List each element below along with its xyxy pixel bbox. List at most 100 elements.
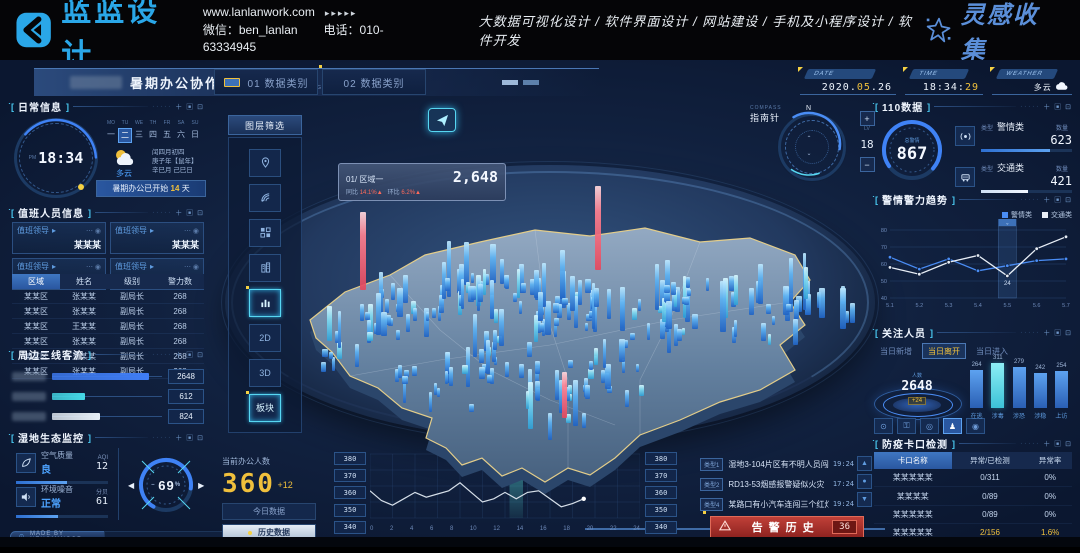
map-bar (734, 320, 737, 337)
alarm-icon (955, 126, 975, 146)
panel-header-controls[interactable]: ＋ ▣ ⊡ (175, 102, 204, 112)
map-bar (367, 332, 372, 340)
key-icon[interactable]: ⚿ (897, 418, 916, 434)
weekday-cell[interactable]: WE 三 (132, 120, 146, 143)
map-bar (527, 342, 531, 357)
weekday-cell[interactable]: SA 六 (174, 120, 188, 143)
sun-cloud-icon (112, 148, 136, 166)
collect-brand: 灵感收集 (925, 0, 1058, 65)
focus-tab[interactable]: 当日新增 (874, 343, 918, 359)
alert-history-button[interactable]: 告警历史 36 (710, 516, 864, 538)
map-bar (462, 365, 468, 374)
duty-table-row: 某某区张某某 副局长268 (12, 289, 204, 304)
map-bar (840, 288, 845, 329)
map-bar (582, 413, 586, 428)
map-bar (397, 288, 403, 317)
layer-button-bar-chart[interactable] (249, 289, 281, 317)
svg-text:⌄: ⌄ (1005, 221, 1009, 227)
map-bar (749, 288, 754, 315)
weekday-cell[interactable]: SU 日 (188, 120, 202, 143)
weekday-cell[interactable]: MO 一 (104, 120, 118, 143)
flow-value: 612 (168, 389, 204, 404)
map-bar (562, 298, 568, 306)
map-bar (499, 309, 504, 346)
map-bar (473, 314, 477, 357)
map-bar (639, 385, 644, 396)
checkpoint-table: 卡口名称异常/已检测异常率 某某某某某0/3110% 某某某某0/890% 某某… (874, 452, 1072, 547)
checkpoint-table-row: 某某某某某2/1561.6% (874, 524, 1072, 542)
layer-button-plate[interactable]: 板块 (249, 394, 281, 422)
panel-header-controls[interactable]: ＋ ▣ ⊡ (175, 350, 204, 360)
noise-bar (16, 515, 108, 518)
paper-plane-marker[interactable] (428, 108, 456, 132)
map-bar (761, 323, 765, 341)
eye-icon[interactable]: ◉ (966, 418, 985, 434)
layer-button-signal[interactable] (249, 184, 281, 212)
zoom-level-label: LV (864, 126, 870, 132)
paper-plane-icon (436, 114, 449, 127)
flow-bar (52, 393, 85, 400)
x-tick: 10 (470, 526, 477, 532)
map-tooltip: 01/ 区域一 2,648 同比 14.1%▲ 环比 6.2%▲ (338, 163, 506, 201)
map-bar (589, 361, 593, 370)
map-bar (794, 300, 799, 318)
map-bar (321, 362, 327, 372)
checkpoint-table-row: 某某某某某0/3110% (874, 469, 1072, 487)
map-bar (682, 328, 685, 335)
person-icon[interactable]: ♟ (943, 418, 962, 434)
layer-button-2d[interactable]: 2D (249, 324, 281, 352)
weekday-cell[interactable]: TU 二 (118, 120, 132, 143)
panel-header-controls[interactable]: ＋ ▣ ⊡ (175, 433, 204, 443)
office-xaxis: 024681012141618202224 (370, 526, 640, 532)
map-bar (768, 334, 771, 345)
zoom-out-button[interactable]: − (860, 157, 875, 172)
panel-header-controls[interactable]: ＋ ▣ ⊡ (1043, 439, 1072, 449)
tab-data-category-2[interactable]: 02 数据类别 (322, 69, 426, 95)
map-bar (562, 372, 567, 418)
layer-button-grid[interactable] (249, 219, 281, 247)
office-data-button[interactable]: 历史数据 (222, 524, 316, 541)
panel-header-controls[interactable]: ＋ ▣ ⊡ (1043, 102, 1072, 112)
map-bar (398, 365, 402, 378)
panel-header-focus: ˙[关注人员] ·····＋ ▣ ⊡ (872, 326, 1072, 339)
weekday-cell[interactable]: FR 五 (160, 120, 174, 143)
map-bar (471, 273, 474, 283)
scroll-mid-icon[interactable]: ● (857, 474, 872, 489)
map-bar (555, 370, 558, 399)
tab-data-category-1[interactable]: 01 数据类别 (214, 69, 318, 95)
map-bar (804, 267, 808, 300)
layer-button-building[interactable] (249, 254, 281, 282)
duty-card[interactable]: 值班领导▸⋯ ◉ 某某某 (12, 222, 106, 254)
layer-button-location[interactable] (249, 149, 281, 177)
tab-active-dot (319, 65, 322, 68)
map-bar (486, 340, 490, 374)
panel-header-flow: ˙[周边三线客流] ·····＋ ▣ ⊡ (8, 348, 204, 361)
layer-button-3d[interactable]: 3D (249, 359, 281, 387)
collect-label: 灵感收集 (961, 0, 1058, 65)
map-bar (706, 278, 709, 291)
checkpoint-table-row: 某某某某某0/890% (874, 505, 1072, 523)
website-text: www.lanlanwork.com (203, 5, 315, 19)
map-bar (793, 319, 798, 345)
target-icon[interactable]: ◎ (920, 418, 939, 434)
time-chip: TIME 18:34:29 (905, 69, 983, 94)
map-bar (789, 258, 794, 303)
location-icon (260, 157, 271, 168)
panel-header-duty: ˙[值班人员信息] ·····＋ ▣ ⊡ (8, 206, 204, 219)
x-tick: 2 (390, 526, 393, 532)
panel-header-controls[interactable]: ＋ ▣ ⊡ (175, 208, 204, 218)
vehicle-icon[interactable]: ⊙ (874, 418, 893, 434)
scroll-down-icon[interactable]: ▼ (857, 492, 872, 507)
weekday-cell[interactable]: TH 四 (146, 120, 160, 143)
zoom-in-button[interactable]: + (860, 111, 875, 126)
panel-header-controls[interactable]: ＋ ▣ ⊡ (1043, 195, 1072, 205)
map-bar (619, 339, 625, 362)
focus-tab[interactable]: 当日离开 (922, 343, 966, 359)
panel-header-controls[interactable]: ＋ ▣ ⊡ (1043, 328, 1072, 338)
focus-count: 2648 (874, 379, 960, 394)
gauge-next-arrow[interactable]: ▶ (198, 481, 204, 490)
gauge-prev-arrow[interactable]: ◀ (128, 481, 134, 490)
duty-card[interactable]: 值班领导▸⋯ ◉ 某某某 (110, 222, 204, 254)
gear-icon: ⊙ (19, 533, 25, 540)
map-bar (449, 367, 453, 386)
